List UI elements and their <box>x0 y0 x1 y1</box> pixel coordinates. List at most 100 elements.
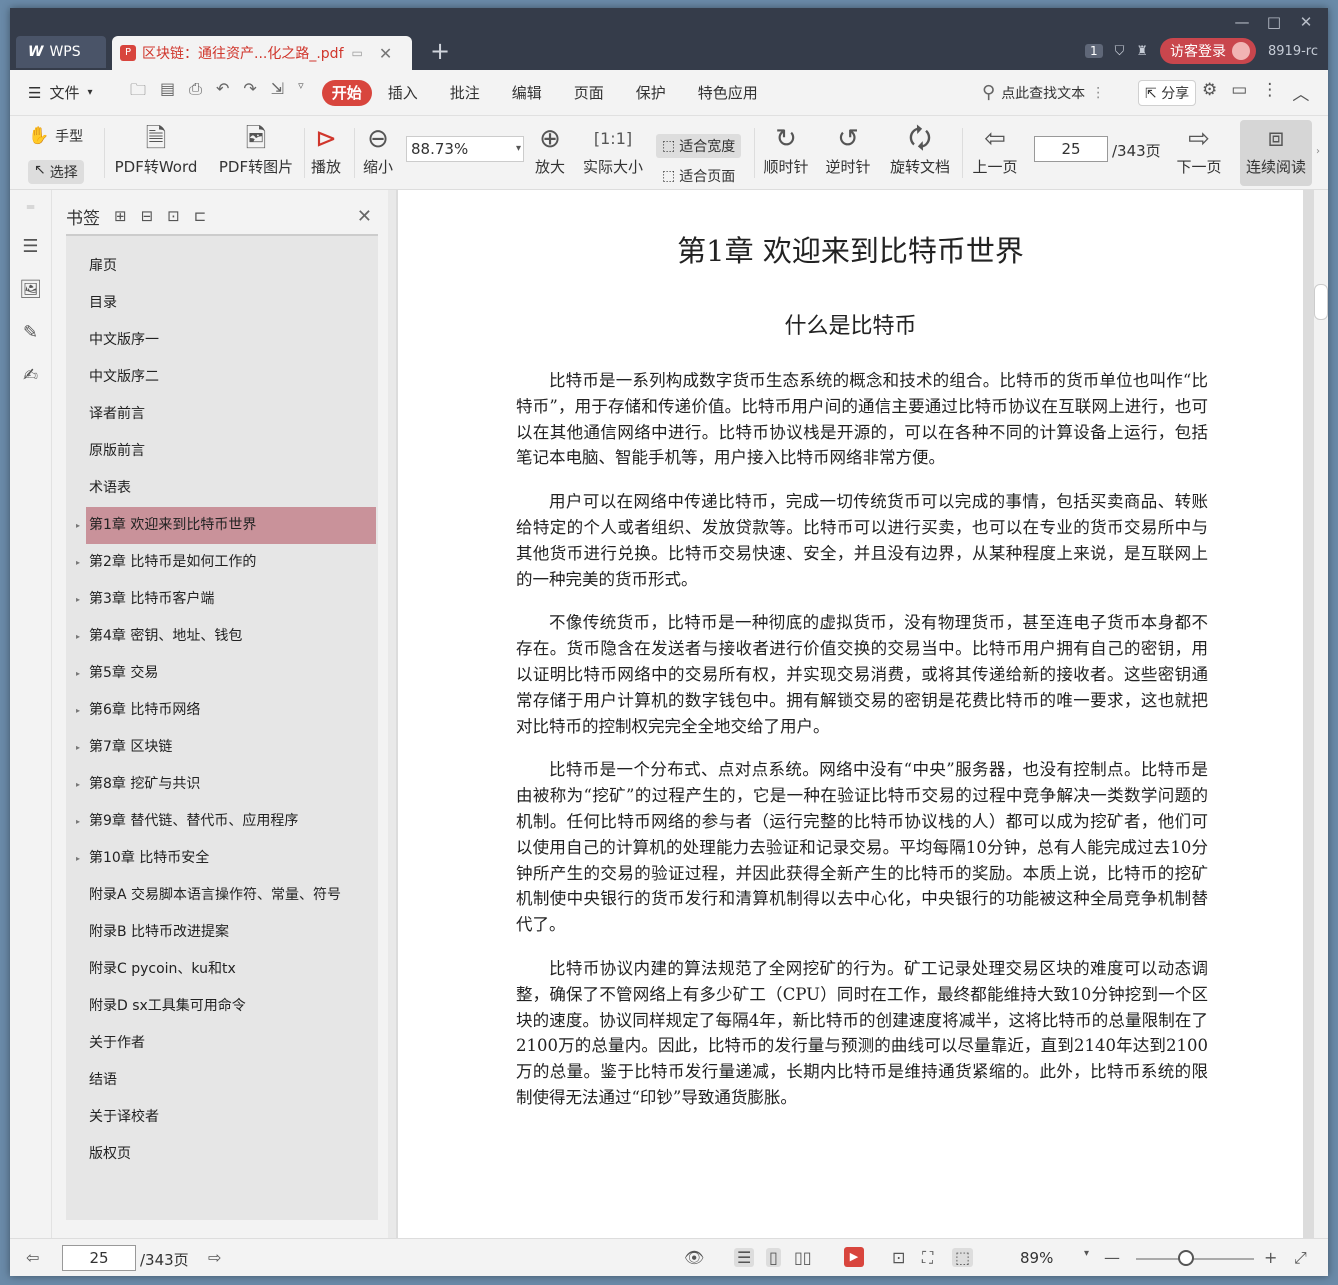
toolbar-scroll-right-icon[interactable]: › <box>1316 146 1320 157</box>
redo-icon[interactable]: ↷ <box>243 79 256 106</box>
more-vertical-icon[interactable]: ⋮ <box>1091 85 1105 101</box>
bookmark-item[interactable]: ▸ 第3章 比特币客户端 <box>66 581 378 618</box>
previous-page-button[interactable]: ⇦ 上一页 <box>968 122 1022 177</box>
undo-icon[interactable]: ↶ <box>216 79 229 106</box>
tab-features[interactable]: 特色应用 <box>682 80 774 106</box>
add-bookmark-icon[interactable]: ⊡ <box>167 207 180 225</box>
fullscreen-icon[interactable]: ⤢ <box>1294 1248 1307 1268</box>
zoom-slider-handle[interactable] <box>1178 1250 1194 1266</box>
close-tab-icon[interactable]: ✕ <box>379 44 392 63</box>
skin-icon[interactable]: ⛉ <box>1115 44 1125 59</box>
scrollbar-thumb[interactable] <box>1314 284 1328 320</box>
rotate-clockwise-button[interactable]: ↻ 顺时针 <box>760 122 812 177</box>
file-menu[interactable]: ☰ 文件 ▾ <box>10 82 118 103</box>
tab-insert[interactable]: 插入 <box>372 80 434 106</box>
collapse-all-icon[interactable]: ⊟ <box>141 207 154 225</box>
window-count-badge[interactable]: 1 <box>1084 44 1103 58</box>
select-tool-button[interactable]: ↖ 选择 <box>28 160 84 184</box>
expand-arrow-icon[interactable]: ▸ <box>76 618 80 655</box>
rotate-document-button[interactable]: 🗘 旋转文档 <box>886 122 954 177</box>
bookmark-item[interactable]: 中文版序一 <box>66 322 378 359</box>
hand-tool-button[interactable]: ✋ 手型 <box>28 126 83 146</box>
export-icon[interactable]: ⇲ <box>271 79 284 106</box>
fit-width-status-icon[interactable]: ⬚ <box>952 1248 974 1267</box>
prev-page-arrow-icon[interactable]: ⇦ <box>26 1248 39 1267</box>
pdf-to-word-button[interactable]: 🗎 PDF转Word <box>114 122 198 177</box>
bookmark-item[interactable]: ▸ 第6章 比特币网络 <box>66 692 378 729</box>
page-view-icon[interactable]: ▯ <box>766 1248 781 1267</box>
annotation-icon[interactable]: ✎ <box>10 322 51 343</box>
tab-start[interactable]: 开始 <box>321 79 372 106</box>
bookmark-item[interactable]: 术语表 <box>66 470 378 507</box>
fit-page-status-icon[interactable]: ⛶ <box>922 1248 933 1268</box>
zoom-in-status-icon[interactable]: + <box>1264 1248 1277 1267</box>
expand-arrow-icon[interactable]: ▸ <box>76 581 80 618</box>
save-icon[interactable]: ▤ <box>160 79 175 106</box>
bookmark-item[interactable]: ▸ 第10章 比特币安全 <box>66 840 378 877</box>
expand-arrow-icon[interactable]: ▸ <box>76 729 80 766</box>
play-slideshow-icon[interactable]: ▶ <box>844 1247 864 1267</box>
bookmark-item[interactable]: 中文版序二 <box>66 359 378 396</box>
share-button[interactable]: ⇱ 分享 <box>1138 79 1197 106</box>
actual-size-status-icon[interactable]: ⊡ <box>892 1248 905 1267</box>
shirt-icon[interactable]: ♜ <box>1136 44 1148 59</box>
close-panel-icon[interactable]: ✕ <box>357 206 372 227</box>
document-tab[interactable]: P 区块链：通往资产...化之路_.pdf ▭ ✕ <box>112 36 412 70</box>
zoom-in-button[interactable]: ⊕ 放大 <box>532 122 568 177</box>
panel-splitter[interactable] <box>388 190 396 1238</box>
expand-arrow-icon[interactable]: ▸ <box>76 544 80 581</box>
zoom-level[interactable]: 89% <box>1020 1249 1053 1267</box>
zoom-slider[interactable] <box>1136 1258 1254 1260</box>
maximize-button[interactable]: □ <box>1258 12 1290 32</box>
bookmark-item[interactable]: 扉页 <box>66 248 378 285</box>
collapse-ribbon-icon[interactable]: ︿ <box>1292 80 1309 105</box>
vertical-scrollbar[interactable] <box>1314 190 1328 1238</box>
bookmark-item[interactable]: 附录B 比特币改进提案 <box>66 914 378 951</box>
tab-page[interactable]: 页面 <box>558 80 620 106</box>
bookmark-item[interactable]: ▸ 第4章 密钥、地址、钱包 <box>66 618 378 655</box>
status-page-input[interactable]: 25 <box>62 1245 136 1271</box>
expand-arrow-icon[interactable]: ▸ <box>76 655 80 692</box>
more-icon[interactable]: ⋮ <box>1261 80 1278 105</box>
bookmark-item[interactable]: 附录A 交易脚本语言操作符、常量、符号 <box>66 877 378 914</box>
bookmark-item[interactable]: 原版前言 <box>66 433 378 470</box>
expand-arrow-icon[interactable]: ▸ <box>76 803 80 840</box>
expand-arrow-icon[interactable]: ▸ <box>76 840 80 877</box>
open-folder-icon[interactable]: 🗀 <box>130 79 146 106</box>
two-page-icon[interactable]: ▯▯ <box>794 1248 812 1267</box>
comment-icon[interactable]: ▭ <box>1231 80 1247 105</box>
bookmark-item[interactable]: 附录C pycoin、ku和tx <box>66 951 378 988</box>
page-number-input[interactable]: 25 <box>1034 136 1108 162</box>
bookmark-item[interactable]: ▸ 第8章 挖矿与共识 <box>66 766 378 803</box>
bookmark-item[interactable]: 版权页 <box>66 1136 378 1173</box>
tab-protect[interactable]: 保护 <box>620 80 682 106</box>
bookmark-item[interactable]: ▸ 第9章 替代链、替代币、应用程序 <box>66 803 378 840</box>
zoom-out-status-icon[interactable]: — <box>1104 1248 1120 1267</box>
single-page-icon[interactable]: ☰ <box>734 1248 755 1267</box>
bookmark-item[interactable]: 关于译校者 <box>66 1099 378 1136</box>
thumbnail-icon[interactable]: 🖼 <box>10 279 51 300</box>
find-text-search[interactable]: ⚲ 点此查找文本 ⋮ <box>982 82 1105 103</box>
more-dropdown-icon[interactable]: ▿ <box>298 79 304 106</box>
eye-protection-icon[interactable]: 👁 <box>684 1248 704 1267</box>
bookmark-item[interactable]: ▸ 第5章 交易 <box>66 655 378 692</box>
minimize-button[interactable]: — <box>1226 12 1258 32</box>
fit-width-button[interactable]: ⬚ 适合宽度 <box>656 134 742 158</box>
expand-arrow-icon[interactable]: ▸ <box>76 766 80 803</box>
zoom-select[interactable]: 88.73% <box>406 136 524 162</box>
print-icon[interactable]: ⎙ <box>189 79 202 106</box>
outline-icon[interactable]: ☰ <box>10 236 51 257</box>
bookmark-item[interactable]: 译者前言 <box>66 396 378 433</box>
zoom-dropdown-icon[interactable]: ▾ <box>1084 1248 1089 1259</box>
tab-annotate[interactable]: 批注 <box>434 80 496 106</box>
next-page-arrow-icon[interactable]: ⇨ <box>208 1248 221 1267</box>
wps-home-tab[interactable]: W WPS <box>16 36 106 68</box>
continuous-read-button[interactable]: ⧈ 连续阅读 <box>1240 120 1312 186</box>
play-button[interactable]: ⊳ 播放 <box>308 122 344 177</box>
next-page-button[interactable]: ⇨ 下一页 <box>1172 122 1226 177</box>
bookmark-item[interactable]: 目录 <box>66 285 378 322</box>
expand-arrow-icon[interactable]: ▸ <box>76 507 80 544</box>
rotate-counterclockwise-button[interactable]: ↺ 逆时针 <box>822 122 874 177</box>
bookmark-item[interactable]: 结语 <box>66 1062 378 1099</box>
expand-arrow-icon[interactable]: ▸ <box>76 692 80 729</box>
